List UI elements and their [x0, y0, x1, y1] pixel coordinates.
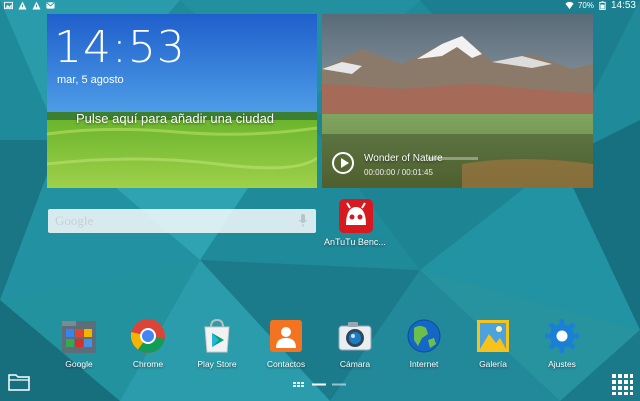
- video-thumbnail: [322, 14, 593, 188]
- dock-app-camera[interactable]: Cámara: [320, 318, 390, 374]
- internet-globe-icon: [407, 319, 441, 353]
- google-folder-icon: [62, 321, 96, 353]
- dock-app-gallery[interactable]: Galería: [458, 318, 528, 374]
- contacts-icon: [270, 320, 302, 352]
- video-progress-bar[interactable]: [428, 157, 478, 160]
- dock-app-contacts[interactable]: Contactos: [251, 318, 321, 374]
- page-indicator-current[interactable]: [312, 383, 326, 386]
- clock-widget[interactable]: 14:53 mar, 5 agosto Pulse aquí para añad…: [47, 14, 317, 188]
- antutu-icon: [339, 199, 373, 233]
- play-button[interactable]: [332, 152, 354, 174]
- dock-app-settings[interactable]: Ajustes: [527, 318, 597, 374]
- chrome-icon: [130, 319, 165, 353]
- video-time: 00:00:00 / 00:01:45: [364, 168, 433, 177]
- wifi-icon: [565, 1, 574, 10]
- dock-app-label: Galería: [479, 359, 507, 369]
- page-indicator-grid-icon[interactable]: [293, 382, 304, 387]
- video-widget[interactable]: Wonder of Nature 00:00:00 / 00:01:45: [322, 14, 593, 188]
- dock-app-label: Play Store: [197, 359, 237, 369]
- dock-app-label: Contactos: [266, 359, 306, 369]
- clock-date: mar, 5 agosto: [57, 74, 124, 86]
- camera-icon: [338, 322, 372, 351]
- warning-notification-icon: [18, 1, 27, 10]
- page-indicator-dot[interactable]: [332, 383, 346, 386]
- clock-time: 14:53: [54, 22, 186, 73]
- mic-icon[interactable]: [299, 214, 307, 228]
- antutu-label: AnTuTu Benc...: [324, 237, 386, 247]
- settings-gear-icon: [545, 319, 579, 353]
- warning-notification-icon: [32, 1, 41, 10]
- dock-app-chrome[interactable]: Chrome: [113, 318, 183, 374]
- gallery-icon: [477, 320, 509, 352]
- dock-app-label: Internet: [409, 359, 439, 369]
- battery-icon: [599, 1, 606, 10]
- folder-icon[interactable]: [8, 371, 30, 391]
- dock-app-google[interactable]: Google: [44, 318, 114, 374]
- antutu-shortcut[interactable]: AnTuTu Benc...: [322, 199, 394, 255]
- add-city-prompt[interactable]: Pulse aquí para añadir una ciudad: [76, 111, 274, 126]
- google-logo: Google: [55, 213, 94, 228]
- dock-app-label: Ajustes: [548, 359, 576, 369]
- dock-app-label: Chrome: [132, 359, 164, 369]
- image-notification-icon: [4, 1, 13, 10]
- status-time: 14:53: [610, 0, 636, 11]
- apps-grid-icon[interactable]: [611, 373, 633, 395]
- dock-app-play-store[interactable]: Play Store: [182, 318, 252, 374]
- status-bar: 70% 14:53: [0, 0, 640, 13]
- google-search-bar[interactable]: Google: [48, 209, 316, 233]
- dock-app-label: Cámara: [339, 359, 371, 369]
- page-indicator[interactable]: [292, 379, 352, 391]
- message-notification-icon: [46, 2, 55, 9]
- dock-app-internet[interactable]: Internet: [389, 318, 459, 374]
- dock-app-label: Google: [65, 359, 93, 369]
- battery-percentage: 70%: [577, 1, 594, 10]
- play-store-icon: [204, 318, 230, 353]
